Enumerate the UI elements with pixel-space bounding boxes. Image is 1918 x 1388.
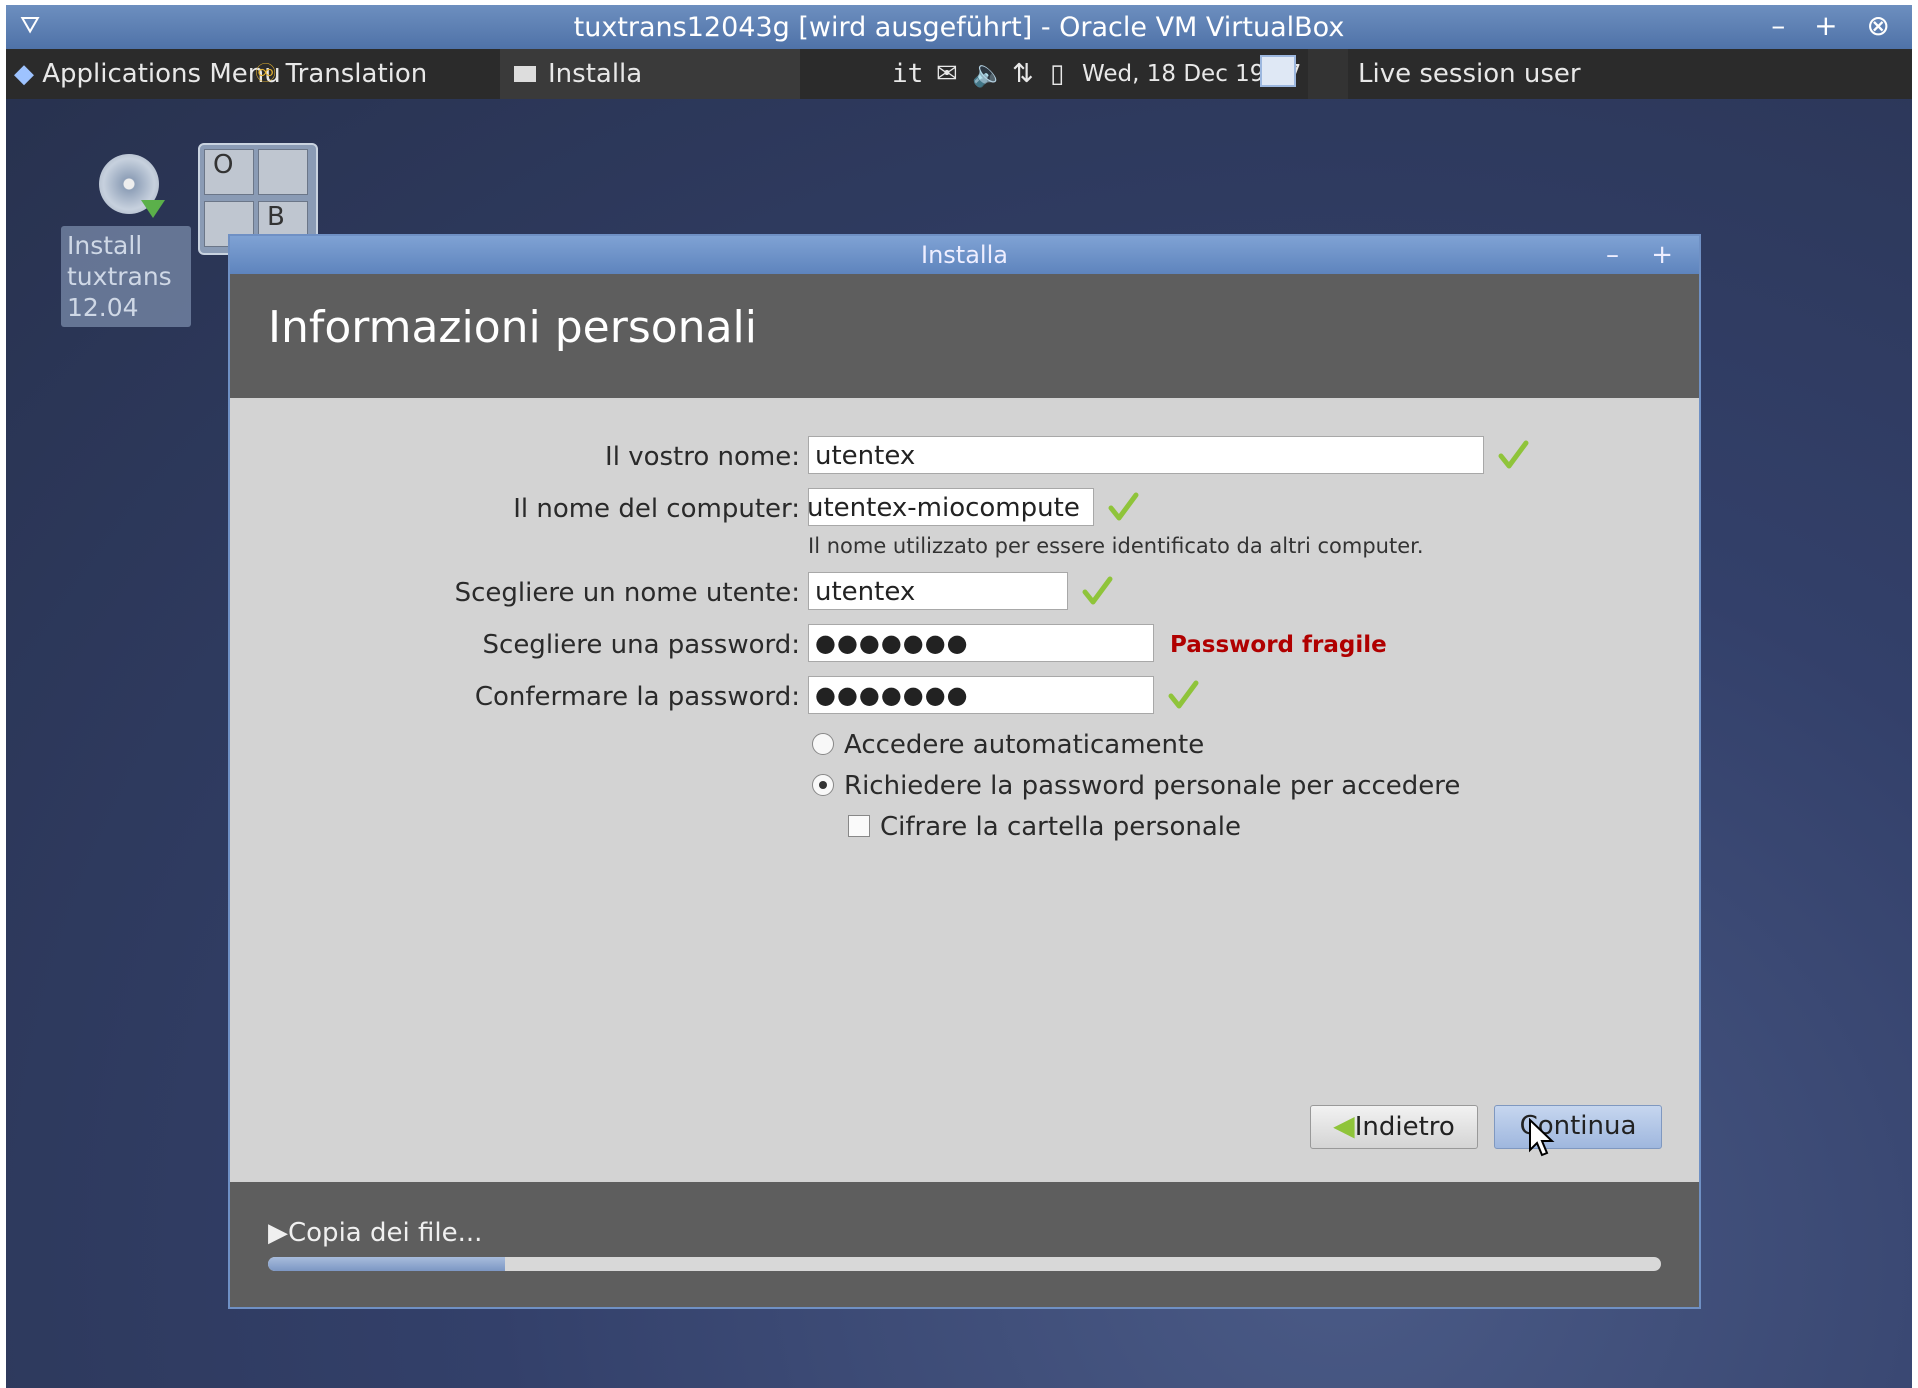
network-icon[interactable]: ⇅: [1012, 59, 1034, 89]
copy-status[interactable]: ▶Copia dei file...: [268, 1218, 482, 1248]
back-button[interactable]: ◀Indietro: [1310, 1105, 1478, 1149]
confirm-label: Confermare la password:: [474, 682, 800, 712]
taskbar-item-installa[interactable]: Installa: [500, 49, 800, 99]
panel-separator: [1308, 49, 1348, 99]
arrow-left-icon: ◀: [1333, 1109, 1355, 1142]
virtualbox-titlebar: ⛛ tuxtrans12043g [wird ausgeführt] - Ora…: [6, 5, 1912, 49]
continue-button[interactable]: Continua: [1494, 1105, 1662, 1149]
name-label: Il vostro nome:: [605, 442, 800, 472]
workspace-1[interactable]: O: [204, 149, 254, 195]
workspace-2[interactable]: [258, 149, 308, 195]
page-title: Informazioni personali: [230, 274, 1699, 398]
keyboard-layout-indicator[interactable]: it: [892, 59, 923, 89]
xfce-logo-icon: ◆: [14, 59, 34, 89]
mail-icon[interactable]: ✉: [936, 59, 958, 89]
desktop-icon-install[interactable]: Install tuxtrans 12.04: [61, 154, 191, 327]
password-label: Scegliere una password:: [482, 630, 800, 660]
session-user[interactable]: Live session user: [1358, 59, 1581, 89]
username-input[interactable]: utentex: [808, 572, 1068, 610]
dialog-controls[interactable]: – +: [1606, 236, 1685, 274]
volume-icon[interactable]: 🔈: [972, 59, 1004, 89]
encrypt-home-checkbox[interactable]: Cifrare la cartella personale: [848, 812, 1241, 842]
computer-name-hint: Il nome utilizzato per essere identifica…: [808, 534, 1424, 558]
valid-check-icon: [1082, 576, 1113, 605]
computer-label: Il nome del computer:: [513, 494, 800, 524]
battery-icon[interactable]: ▯: [1050, 59, 1064, 89]
require-password-radio[interactable]: Richiedere la password personale per acc…: [812, 771, 1460, 801]
install-progress-bar: [268, 1257, 1661, 1271]
radio-indicator-selected: [812, 773, 834, 796]
checkbox-indicator: [848, 814, 870, 837]
username-label: Scegliere un nome utente:: [454, 578, 800, 608]
valid-check-icon: [1498, 440, 1529, 469]
expander-triangle-icon: ▶: [268, 1218, 288, 1248]
install-disc-icon: [99, 154, 165, 218]
password-strength: Password fragile: [1170, 632, 1387, 658]
show-desktop-icon[interactable]: [1260, 55, 1296, 87]
window-title: tuxtrans12043g [wird ausgeführt] - Oracl…: [573, 12, 1345, 43]
radio-indicator: [812, 732, 834, 755]
progress-fill: [268, 1257, 505, 1271]
dialog-title: Installa: [921, 241, 1008, 269]
translation-icon: ♾: [254, 59, 278, 89]
valid-check-icon: [1168, 680, 1199, 709]
window-icon: [514, 66, 536, 82]
installer-dialog: Installa – + Informazioni personali Il v…: [228, 234, 1701, 1309]
virtualbox-window: ⛛ tuxtrans12043g [wird ausgeführt] - Ora…: [6, 5, 1912, 1388]
dialog-titlebar: Installa – +: [230, 236, 1699, 274]
window-controls[interactable]: – + ⊗: [1771, 9, 1900, 42]
name-input[interactable]: utentex: [808, 436, 1484, 474]
top-panel: ◆ Applications Menu ♾ Translation Instal…: [6, 49, 1912, 99]
progress-footer: ▶Copia dei file...: [230, 1182, 1699, 1307]
auto-login-radio[interactable]: Accedere automaticamente: [812, 730, 1204, 760]
password-input[interactable]: ●●●●●●●: [808, 624, 1154, 662]
mouse-cursor-icon: [1529, 1118, 1555, 1157]
applications-menu-button[interactable]: ◆ Applications Menu: [14, 59, 281, 89]
desktop-icon-label: Install tuxtrans 12.04: [61, 226, 191, 327]
valid-check-icon: [1108, 492, 1139, 521]
computer-name-input[interactable]: utentex-miocompute: [808, 488, 1094, 526]
confirm-password-input[interactable]: ●●●●●●●: [808, 676, 1154, 714]
translation-menu-button[interactable]: ♾ Translation: [254, 59, 427, 89]
